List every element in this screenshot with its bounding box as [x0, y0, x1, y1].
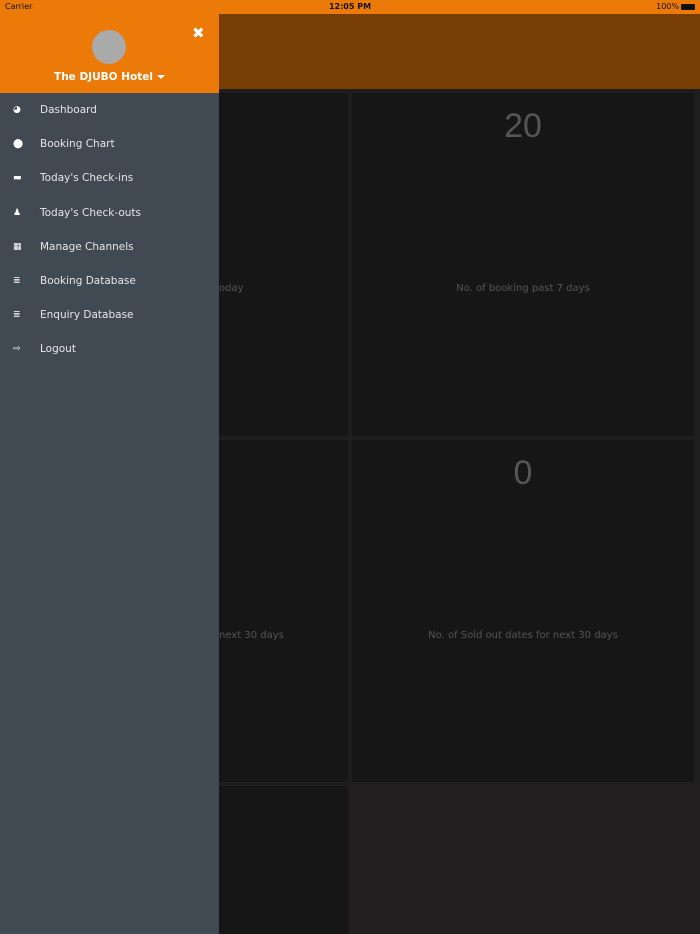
dashboard-card-bookings-past-7-days[interactable]: 20 No. of booking past 7 days: [352, 93, 694, 436]
menu-item-label: Dashboard: [40, 104, 97, 117]
bed-icon: ▬: [13, 173, 22, 184]
card-value: 0: [513, 454, 533, 492]
grid-icon: ▦: [13, 241, 22, 252]
menu-item-booking-chart[interactable]: ⬤ Booking Chart: [0, 127, 219, 161]
close-icon[interactable]: ✖: [192, 24, 205, 42]
menu-item-label: Today's Check-outs: [40, 206, 142, 219]
card-label: No. of Sold out dates for next 30 days: [428, 630, 618, 641]
clock: 12:05 PM: [328, 2, 372, 11]
menu-item-label: Booking Chart: [40, 138, 115, 151]
hotel-selector[interactable]: The DJUBO Hotel: [0, 71, 219, 83]
card-label-partial: oday: [219, 283, 244, 294]
drawer-header: ✖ The DJUBO Hotel: [0, 14, 219, 93]
menu-item-label: Logout: [40, 343, 76, 356]
card-label: No. of booking past 7 days: [456, 283, 590, 294]
person-icon: ♟: [13, 207, 22, 218]
menu-item-label: Booking Database: [40, 275, 136, 288]
sign-out-icon: ⇨: [13, 344, 21, 355]
avatar[interactable]: [92, 30, 126, 64]
empty-area: [350, 784, 700, 934]
dashboard-card-sold-out-dates[interactable]: 0 No. of Sold out dates for next 30 days: [352, 440, 694, 782]
menu-item-label: Today's Check-ins: [40, 172, 134, 185]
hotel-name: The DJUBO Hotel: [54, 71, 153, 83]
battery-icon: [681, 3, 695, 10]
map-marker-icon: ⬤: [13, 139, 24, 150]
dashboard-icon: ◕: [13, 105, 21, 116]
database-icon: ≣: [13, 276, 21, 287]
battery-percent: 100%: [656, 2, 679, 11]
menu-item-manage-channels[interactable]: ▦ Manage Channels: [0, 230, 219, 264]
menu-item-enquiry-database[interactable]: ≣ Enquiry Database: [0, 298, 219, 332]
card-label-partial: next 30 days: [219, 630, 284, 641]
menu-item-label: Manage Channels: [40, 240, 134, 253]
card-value: 20: [504, 107, 542, 145]
menu-item-booking-database[interactable]: ≣ Booking Database: [0, 264, 219, 298]
menu-item-label: Enquiry Database: [40, 309, 134, 322]
caret-down-icon: [156, 75, 165, 79]
side-drawer: ✖ The DJUBO Hotel ◕ Dashboard ⬤ Booking Cha…: [0, 14, 219, 934]
menu-item-today-s-check-outs[interactable]: ♟ Today's Check-outs: [0, 196, 219, 230]
menu-item-logout[interactable]: ⇨ Logout: [0, 332, 219, 366]
status-bar: Carrier 12:05 PM 100%: [0, 0, 700, 14]
database-icon: ≣: [13, 310, 21, 321]
menu-item-today-s-check-ins[interactable]: ▬ Today's Check-ins: [0, 161, 219, 195]
menu-item-dashboard[interactable]: ◕ Dashboard: [0, 93, 219, 127]
